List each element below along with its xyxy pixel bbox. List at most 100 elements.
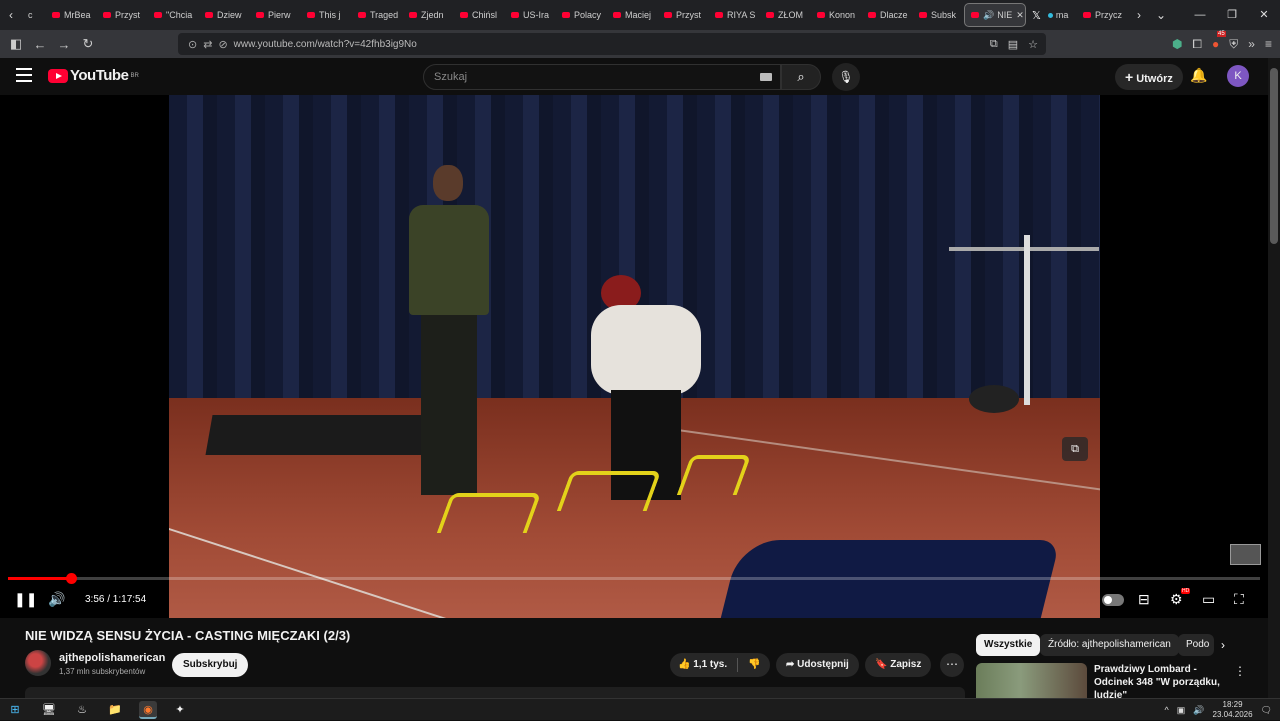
browser-tab[interactable]: Maciej [607,0,658,30]
address-bar[interactable]: ⊙ ⇄ ⊘ www.youtube.com/watch?v=42fhb3ig9N… [178,33,1046,55]
tab-list-icon[interactable]: ⌄ [1150,8,1172,22]
channel-avatar[interactable] [25,650,51,676]
no-camera-icon[interactable]: ⊘ [218,38,227,51]
create-button[interactable]: + Utwórz [1115,64,1183,90]
subtitles-icon[interactable]: ⊟ [1138,591,1150,608]
hamburger-menu-icon[interactable] [16,68,32,86]
share-button[interactable]: ➦ Udostępnij [776,653,859,677]
privacy-shield-icon[interactable]: ⛨ [1229,37,1238,52]
chevron-up-icon[interactable]: ^ [1165,705,1169,715]
menu-icon[interactable]: ≡ [1265,37,1272,51]
sidebar-toggle-icon[interactable]: ◧ [4,36,28,52]
browser-tab-x[interactable]: 𝕏 ma [1026,0,1077,30]
minimize-icon[interactable]: — [1184,0,1216,30]
shield-extension-icon[interactable]: ⬢ [1172,37,1182,51]
overflow-chevron-icon[interactable]: » [1248,37,1255,51]
file-explorer-icon[interactable]: 📁 [106,701,124,719]
more-actions-icon[interactable]: ⋯ [940,653,964,677]
search-button[interactable]: ⌕ [781,64,821,90]
tab-scroll-right-icon[interactable]: › [1128,8,1150,22]
browser-tab[interactable]: RIYA S [709,0,760,30]
permissions-icon[interactable]: ⇄ [203,38,212,51]
browser-tab[interactable]: Dlacze [862,0,913,30]
browser-tab[interactable]: Konon [811,0,862,30]
search-input[interactable]: Szukaj [423,64,781,90]
recommended-thumbnail[interactable] [976,663,1087,699]
subscribe-button[interactable]: Subskrybuj [172,653,249,677]
app-icon[interactable]: ✦ [171,701,189,719]
youtube-favicon-icon [817,12,825,18]
miniplayer-icon[interactable]: ⧉ [1062,437,1088,461]
close-tab-icon[interactable]: ✕ [1016,10,1024,21]
network-icon[interactable]: ▣ [1177,705,1186,716]
progress-scrubber[interactable] [66,573,78,584]
dislike-button[interactable]: 👎 [748,653,760,677]
speaker-tray-icon[interactable]: 🔊 [1193,705,1204,716]
reader-view-icon[interactable]: ▤ [1008,38,1018,51]
tab-label: Dlacze [880,10,908,20]
browser-tab-active[interactable]: 🔊 NIE ✕ [964,3,1026,27]
steam-icon[interactable]: ♨ [73,701,91,719]
firefox-icon[interactable]: ◉ [139,701,157,719]
site-info-icon[interactable]: ⊙ [188,38,197,51]
youtube-favicon-icon [460,12,468,18]
restore-icon[interactable]: ❐ [1216,0,1248,30]
volume-icon[interactable]: 🔊 [48,591,65,608]
progress-bar[interactable] [8,573,1260,584]
extensions-puzzle-icon[interactable]: ⧠ [1192,37,1202,52]
back-icon[interactable]: ← [28,37,52,52]
autoplay-toggle[interactable] [1102,594,1124,606]
browser-tab[interactable]: Subsk [913,0,964,30]
voice-search-button[interactable]: 🎙 [832,63,860,91]
notification-center-icon[interactable]: 🗨 [1261,705,1272,716]
chip-all[interactable]: Wszystkie [976,634,1041,656]
close-window-icon[interactable]: ✕ [1248,0,1280,30]
browser-tab[interactable]: MrBea [46,0,97,30]
browser-tab[interactable]: Zjedn [403,0,454,30]
channel-name[interactable]: ajthepolishamerican [59,652,165,664]
video-frame [169,95,1100,618]
theater-mode-icon[interactable]: ▭ [1202,591,1215,608]
kebab-menu-icon[interactable]: ⋮ [1234,664,1246,678]
browser-tab[interactable]: "Chcia [148,0,199,30]
browser-tab[interactable]: US-Ira [505,0,556,30]
forward-icon[interactable]: → [52,37,76,52]
browser-tab[interactable]: Przycz [1077,0,1128,30]
browser-tab[interactable]: Chińsl [454,0,505,30]
recommended-title[interactable]: Prawdziwy Lombard - Odcinek 348 "W porzą… [1094,663,1224,702]
save-button[interactable]: 🔖 Zapisz [865,653,932,677]
keyboard-icon[interactable] [760,73,772,81]
browser-tab[interactable]: ZŁOM [760,0,811,30]
youtube-logo[interactable]: YouTube BR [48,67,139,84]
browser-tab[interactable]: Pierw [250,0,301,30]
system-clock[interactable]: 18:29 23.04.2026 [1213,700,1253,720]
browser-tab[interactable]: This j [301,0,352,30]
video-player[interactable]: ⧉ ❚❚ 🔊 3:56 / 1:17:54 ⊟ ⚙ HD ▭ ⛶ [0,95,1268,618]
adblock-extension-icon[interactable]: ● 45 [1212,31,1226,51]
tab-scroll-left-icon[interactable]: ‹ [0,8,22,22]
browser-tab[interactable]: Polacy [556,0,607,30]
picture-in-picture-icon[interactable]: ⧉ [990,38,998,51]
chevron-right-icon[interactable]: › [1221,638,1225,652]
settings-gear-icon[interactable]: ⚙ [1170,591,1183,608]
bookmark-star-icon[interactable]: ☆ [1028,38,1038,51]
fullscreen-icon[interactable]: ⛶ [1234,591,1244,608]
pause-icon[interactable]: ❚❚ [14,591,37,608]
account-avatar[interactable]: K [1227,65,1249,87]
browser-tab-partial[interactable]: c [22,0,46,30]
browser-tab[interactable]: Traged [352,0,403,30]
youtube-favicon-icon [358,12,366,18]
browser-tab[interactable]: Dziew [199,0,250,30]
like-button[interactable]: 👍 1,1 tys. [678,653,727,677]
reload-icon[interactable]: ↻ [76,36,100,52]
chip-similar[interactable]: Podo [1178,634,1214,656]
scrollbar-thumb[interactable] [1270,68,1278,244]
page-scrollbar[interactable] [1268,58,1280,698]
notifications-bell-icon[interactable]: 🔔 [1190,67,1207,84]
windows-start-icon[interactable]: ⊞ [6,701,24,719]
browser-tab[interactable]: Przyst [97,0,148,30]
tab-label: Konon [829,10,856,20]
app-icon[interactable]: 🖥 [40,701,58,719]
browser-tab[interactable]: Przyst [658,0,709,30]
chip-from-channel[interactable]: Źródło: ajthepolishamerican [1040,634,1179,656]
